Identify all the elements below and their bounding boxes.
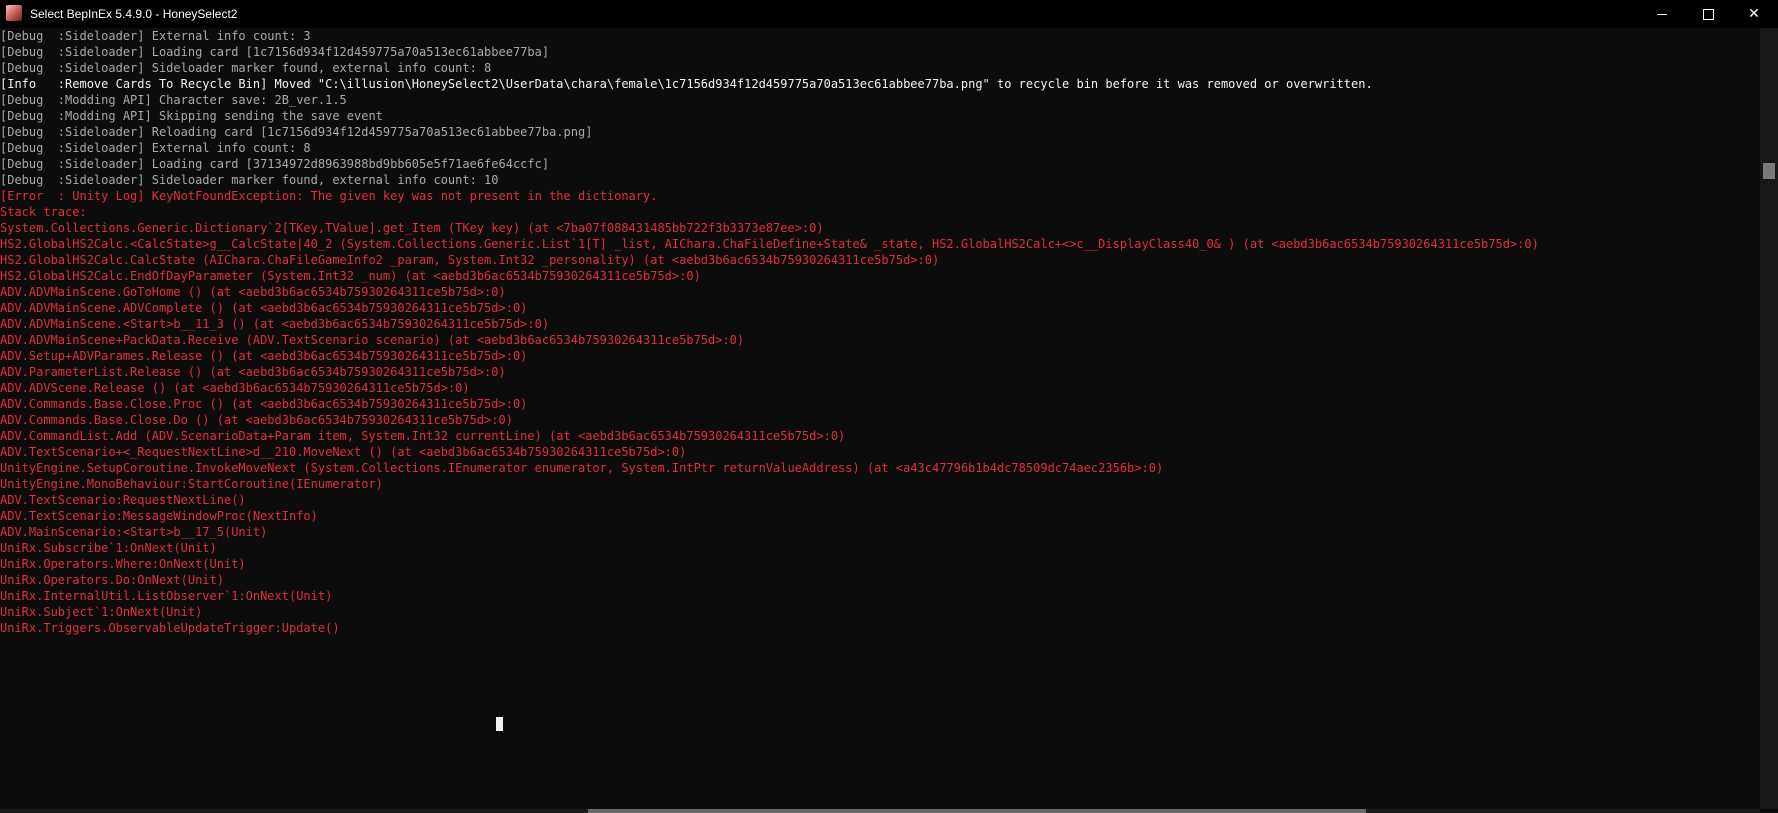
- log-line-debug: [Debug :Sideloader] External info count:…: [0, 29, 311, 43]
- log-line-debug: [Debug :Sideloader] Reloading card [1c71…: [0, 125, 593, 139]
- log-line-error: UniRx.Operators.Where:OnNext(Unit): [0, 557, 246, 571]
- log-line-debug: [Debug :Modding API] Character save: 2B_…: [0, 93, 347, 107]
- log-line-error: ADV.TextScenario+<_RequestNextLine>d__21…: [0, 445, 687, 459]
- log-line-error: UnityEngine.SetupCoroutine.InvokeMoveNex…: [0, 461, 1164, 475]
- maximize-icon: [1702, 8, 1714, 20]
- log-line-error: ADV.ADVMainScene.GoToHome () (at <aebd3b…: [0, 285, 506, 299]
- horizontal-scroll-thumb[interactable]: [588, 809, 1366, 813]
- log-line-error: ADV.ADVMainScene.ADVComplete () (at <aeb…: [0, 301, 528, 315]
- vertical-scrollbar[interactable]: [1760, 28, 1778, 809]
- log-line-error: HS2.GlobalHS2Calc.<CalcState>g__CalcStat…: [0, 237, 1539, 251]
- log-line-error: ADV.ParameterList.Release () (at <aebd3b…: [0, 365, 506, 379]
- log-line-error: ADV.TextScenario:RequestNextLine(): [0, 493, 246, 507]
- log-line-error: UniRx.Triggers.ObservableUpdateTrigger:U…: [0, 621, 340, 635]
- log-line-error: ADV.Setup+ADVParames.Release () (at <aeb…: [0, 349, 528, 363]
- horizontal-scrollbar[interactable]: [0, 809, 1760, 813]
- log-line-error: HS2.GlobalHS2Calc.CalcState (AIChara.Cha…: [0, 253, 940, 267]
- close-button[interactable]: ✕: [1731, 0, 1777, 28]
- console-output[interactable]: [Debug :Sideloader] External info count:…: [0, 28, 1760, 809]
- log-line-error: HS2.GlobalHS2Calc.EndOfDayParameter (Sys…: [0, 269, 701, 283]
- log-line-error: UniRx.Subscribe`1:OnNext(Unit): [0, 541, 217, 555]
- log-line-debug: [Debug :Sideloader] Loading card [371349…: [0, 157, 550, 171]
- vertical-scroll-thumb[interactable]: [1763, 163, 1775, 179]
- log-line-error: ADV.TextScenario:MessageWindowProc(NextI…: [0, 509, 318, 523]
- log-line-debug: [Debug :Sideloader] External info count:…: [0, 141, 311, 155]
- maximize-button[interactable]: [1685, 0, 1731, 28]
- log-line-debug: [Debug :Sideloader] Loading card [1c7156…: [0, 45, 550, 59]
- log-line-debug: [Debug :Sideloader] Sideloader marker fo…: [0, 173, 499, 187]
- log-line-error: Stack trace:: [0, 205, 87, 219]
- log-line-error: ADV.Commands.Base.Close.Proc () (at <aeb…: [0, 397, 528, 411]
- app-icon[interactable]: [6, 5, 22, 21]
- log-line-debug: [Debug :Sideloader] Sideloader marker fo…: [0, 61, 492, 75]
- log-line-error: ADV.MainScenario:<Start>b__17_5(Unit): [0, 525, 268, 539]
- minimize-button[interactable]: [1639, 0, 1685, 28]
- log-line-error: [Error : Unity Log] KeyNotFoundException…: [0, 189, 658, 203]
- log-line-error: ADV.ADVScene.Release () (at <aebd3b6ac65…: [0, 381, 470, 395]
- log-line-debug: [Debug :Modding API] Skipping sending th…: [0, 109, 383, 123]
- log-line-info: [Info :Remove Cards To Recycle Bin] Move…: [0, 77, 1373, 91]
- log-line-error: UniRx.Operators.Do:OnNext(Unit): [0, 573, 224, 587]
- log-line-error: ADV.CommandList.Add (ADV.ScenarioData+Pa…: [0, 429, 846, 443]
- window-title: Select BepInEx 5.4.9.0 - HoneySelect2: [30, 7, 238, 21]
- minimize-icon: [1657, 13, 1667, 15]
- log-line-error: ADV.ADVMainScene.<Start>b__11_3 () (at <…: [0, 317, 550, 331]
- log-line-error: ADV.ADVMainScene+PackData.Receive (ADV.T…: [0, 333, 745, 347]
- log-line-error: System.Collections.Generic.Dictionary`2[…: [0, 221, 824, 235]
- log-line-error: UnityEngine.MonoBehaviour:StartCoroutine…: [0, 477, 383, 491]
- console-window: Select BepInEx 5.4.9.0 - HoneySelect2 ✕ …: [0, 0, 1778, 813]
- log-line-error: UniRx.Subject`1:OnNext(Unit): [0, 605, 203, 619]
- text-cursor: [496, 717, 503, 731]
- log-line-error: ADV.Commands.Base.Close.Do () (at <aebd3…: [0, 413, 513, 427]
- title-bar[interactable]: Select BepInEx 5.4.9.0 - HoneySelect2 ✕: [0, 0, 1778, 28]
- log-line-error: UniRx.InternalUtil.ListObserver`1:OnNext…: [0, 589, 333, 603]
- close-icon: ✕: [1748, 6, 1760, 22]
